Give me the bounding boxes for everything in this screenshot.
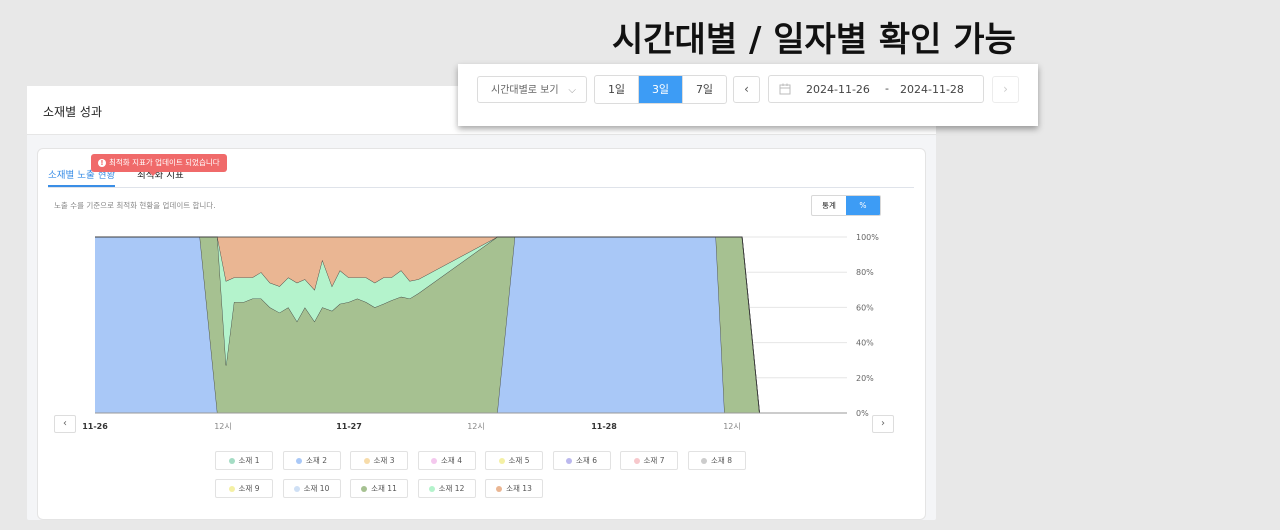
legend-color-dot bbox=[363, 457, 370, 464]
period-3day-button[interactable]: 3일 bbox=[638, 76, 683, 103]
legend-item[interactable]: 소재 9 bbox=[215, 479, 273, 498]
date-prev-button[interactable]: ‹ bbox=[733, 76, 760, 103]
legend-color-dot bbox=[228, 485, 235, 492]
legend-item[interactable]: 소재 11 bbox=[350, 479, 408, 498]
chart-next-button[interactable]: › bbox=[872, 415, 894, 433]
calendar-icon bbox=[779, 83, 791, 95]
legend-color-dot bbox=[498, 457, 505, 464]
y-tick-label: 40% bbox=[856, 339, 874, 348]
x-tick-label: 11-27 bbox=[336, 422, 362, 431]
legend-label: 소재 10 bbox=[303, 484, 330, 493]
x-tick-label: 12시 bbox=[214, 422, 232, 431]
date-end: 2024-11-28 bbox=[900, 83, 964, 96]
date-range-picker[interactable]: 2024-11-26 - 2024-11-28 bbox=[768, 75, 984, 103]
legend-color-dot bbox=[428, 485, 435, 492]
chart-prev-button[interactable]: ‹ bbox=[54, 415, 76, 433]
performance-panel: 소재별 성과 소재별 노출 현황 최적화 지표 ! 최적화 지표가 업데이트 되었… bbox=[27, 86, 936, 520]
chevron-right-icon: › bbox=[1003, 82, 1008, 96]
y-tick-label: 60% bbox=[856, 303, 874, 312]
legend-item[interactable]: 소재 10 bbox=[282, 479, 341, 498]
legend-color-dot bbox=[361, 485, 368, 492]
chart-card: 소재별 노출 현황 최적화 지표 ! 최적화 지표가 업데이트 되었습니다 노출 … bbox=[37, 148, 926, 520]
period-segment: 1일 3일 7일 bbox=[594, 75, 727, 104]
legend-label: 소재 8 bbox=[711, 456, 732, 465]
legend-item[interactable]: 소재 5 bbox=[485, 451, 543, 470]
date-separator: - bbox=[885, 82, 889, 95]
y-tick-label: 0% bbox=[856, 409, 869, 418]
chevron-left-icon: ‹ bbox=[744, 82, 749, 96]
legend-item[interactable]: 소재 1 bbox=[215, 451, 273, 470]
x-tick-label: 11-26 bbox=[82, 422, 108, 431]
legend-label: 소재 13 bbox=[506, 484, 532, 493]
legend-label: 소재 12 bbox=[438, 484, 465, 493]
legend-label: 소재 3 bbox=[373, 456, 395, 465]
date-toolbar: 시간대별로 보기 ⌵ 1일 3일 7일 ‹ 2024-11-26 - 2024-… bbox=[458, 64, 1038, 126]
stacked-area-chart: 0% 20% 40% 60% 80% 100% 11-26 12시 11-27 12시 11-28 1… bbox=[82, 233, 879, 431]
view-mode-select[interactable]: 시간대별로 보기 ⌵ bbox=[477, 76, 587, 103]
legend-color-dot bbox=[496, 485, 503, 492]
period-7day-button[interactable]: 7일 bbox=[683, 76, 726, 103]
legend-label: 소재 4 bbox=[441, 456, 462, 465]
legend-label: 소재 6 bbox=[576, 456, 597, 465]
x-tick-label: 11-28 bbox=[591, 422, 617, 431]
legend-label: 소재 7 bbox=[643, 456, 665, 465]
x-tick-label: 12시 bbox=[467, 422, 485, 431]
view-mode-value: 시간대별로 보기 bbox=[491, 85, 559, 96]
legend-color-dot bbox=[633, 457, 640, 464]
legend-item[interactable]: 소재 6 bbox=[552, 451, 611, 470]
legend-item[interactable]: 소재 4 bbox=[417, 451, 476, 470]
legend-color-dot bbox=[701, 457, 708, 464]
legend-color-dot bbox=[296, 457, 303, 464]
legend-item[interactable]: 소재 13 bbox=[485, 479, 543, 498]
headline: 시간대별 / 일자별 확인 가능 bbox=[612, 20, 1016, 60]
legend-item[interactable]: 소재 7 bbox=[620, 451, 678, 470]
period-1day-button[interactable]: 1일 bbox=[595, 76, 638, 103]
legend-item[interactable]: 소재 3 bbox=[350, 451, 408, 470]
legend-label: 소재 2 bbox=[306, 456, 327, 465]
legend-label: 소재 5 bbox=[508, 456, 530, 465]
legend-color-dot bbox=[228, 457, 235, 464]
date-start: 2024-11-26 bbox=[806, 83, 870, 96]
legend-color-dot bbox=[293, 485, 300, 492]
date-next-button[interactable]: › bbox=[992, 76, 1019, 103]
panel-title: 소재별 성과 bbox=[43, 105, 103, 119]
legend-label: 소재 11 bbox=[371, 484, 397, 493]
legend-color-dot bbox=[431, 457, 438, 464]
chevron-down-icon: ⌵ bbox=[568, 85, 576, 96]
y-tick-label: 80% bbox=[856, 268, 874, 277]
legend-item[interactable]: 소재 8 bbox=[687, 451, 746, 470]
legend-label: 소재 9 bbox=[238, 484, 260, 493]
legend-item[interactable]: 소재 2 bbox=[282, 451, 341, 470]
y-tick-label: 100% bbox=[856, 233, 879, 242]
y-tick-label: 20% bbox=[856, 374, 874, 383]
legend-color-dot bbox=[566, 457, 573, 464]
legend-label: 소재 1 bbox=[238, 456, 260, 465]
legend-item[interactable]: 소재 12 bbox=[417, 479, 476, 498]
x-tick-label: 12시 bbox=[723, 422, 741, 431]
